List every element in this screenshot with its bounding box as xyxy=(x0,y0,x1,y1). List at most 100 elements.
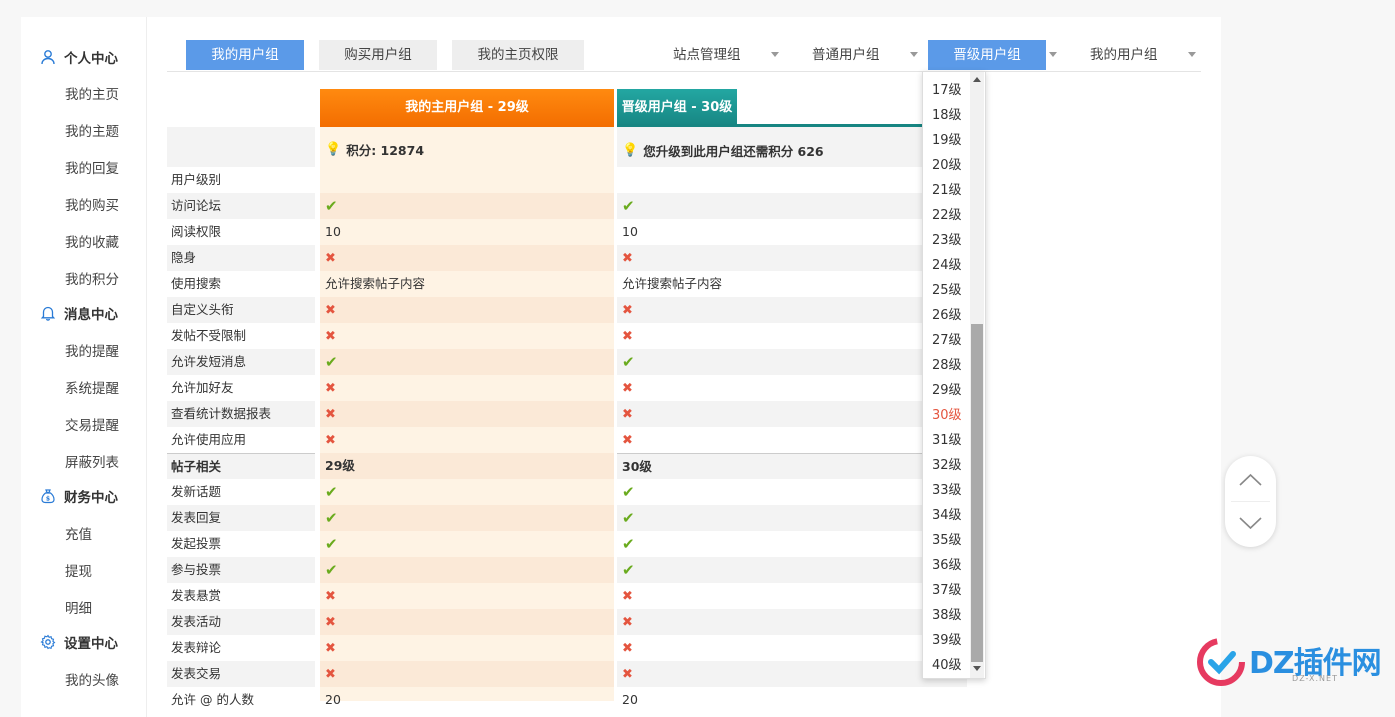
row-label: 发表交易 xyxy=(167,661,315,687)
chevron-down-icon xyxy=(910,52,918,57)
dropdown-my-group[interactable]: 我的用户组 xyxy=(1090,40,1200,70)
level-option[interactable]: 36级 xyxy=(932,554,962,573)
my-group-value: ✔ xyxy=(320,479,614,505)
row-label: 阅读权限 xyxy=(167,219,315,245)
cross-icon: ✖ xyxy=(622,329,633,344)
cross-icon: ✖ xyxy=(325,381,336,396)
dropdown-admin-group[interactable]: 站点管理组 xyxy=(673,40,783,70)
row-label: 发表活动 xyxy=(167,609,315,635)
sidebar-item-system-reminders[interactable]: 系统提醒 xyxy=(65,377,119,397)
scroll-buttons xyxy=(1225,456,1276,547)
next-group-value: ✖ xyxy=(617,427,967,453)
sidebar-section-title: 消息中心 xyxy=(64,307,118,323)
level-option[interactable]: 39级 xyxy=(932,629,962,648)
table-row: 访问论坛 ✔ ✔ xyxy=(167,193,967,219)
level-option[interactable]: 27级 xyxy=(932,329,962,348)
table-row: 发表悬赏 ✖ ✖ xyxy=(167,583,967,609)
dropdown-scrollbar[interactable] xyxy=(970,72,984,678)
check-icon: ✔ xyxy=(622,197,635,215)
chevron-down-icon xyxy=(1239,517,1262,530)
row-label: 允许使用应用 xyxy=(167,427,315,453)
cross-icon: ✖ xyxy=(325,615,336,630)
level-option[interactable]: 28级 xyxy=(932,354,962,373)
next-group-value: ✔ xyxy=(617,479,967,505)
cell-text: 帖子相关 xyxy=(171,459,222,474)
level-option[interactable]: 30级 xyxy=(932,404,962,423)
level-option[interactable]: 24级 xyxy=(932,254,962,273)
sidebar-item-favorites[interactable]: 我的收藏 xyxy=(65,231,119,251)
cross-icon: ✖ xyxy=(622,407,633,422)
level-option[interactable]: 37级 xyxy=(932,579,962,598)
sidebar-item-trade-reminders[interactable]: 交易提醒 xyxy=(65,414,119,434)
sidebar-item-details[interactable]: 明细 xyxy=(65,597,92,617)
scroll-down-arrow-icon[interactable] xyxy=(973,666,981,671)
level-option[interactable]: 31级 xyxy=(932,429,962,448)
lightbulb-icon: 💡 xyxy=(325,142,342,157)
scroll-up-arrow-icon[interactable] xyxy=(973,77,981,82)
check-icon: ✔ xyxy=(622,509,635,527)
tab-my-group[interactable]: 我的用户组 xyxy=(186,40,304,70)
bell-icon xyxy=(40,305,56,321)
lightbulb-icon: 💡 xyxy=(622,143,639,158)
next-group-value: ✖ xyxy=(617,583,967,609)
chevron-down-icon xyxy=(1049,52,1057,57)
sidebar-section-settings[interactable]: 设置中心 xyxy=(40,632,118,652)
level-option[interactable]: 19级 xyxy=(932,129,962,148)
my-group-value: ✔ xyxy=(320,557,614,583)
dropdown-promotion-group[interactable]: 晋级用户组 xyxy=(928,40,1046,70)
dropdown-label: 我的用户组 xyxy=(1090,47,1158,63)
row-label: 帖子相关 xyxy=(167,453,315,479)
sidebar-item-block-list[interactable]: 屏蔽列表 xyxy=(65,451,119,471)
cell-text: 20 xyxy=(325,692,341,707)
next-group-value: 30级 xyxy=(617,453,967,479)
sidebar-item-topics[interactable]: 我的主题 xyxy=(65,120,119,140)
level-dropdown-list[interactable]: 17级 18级 19级 20级 21级 22级 23级 24级 25级 26级 27级 28级 29级 3… xyxy=(922,71,986,679)
level-option[interactable]: 17级 xyxy=(932,79,962,98)
level-option[interactable]: 26级 xyxy=(932,304,962,323)
next-group-value: 10 xyxy=(617,219,967,245)
sidebar-item-replies[interactable]: 我的回复 xyxy=(65,157,119,177)
sidebar-item-points[interactable]: 我的积分 xyxy=(65,268,119,288)
level-option[interactable]: 32级 xyxy=(932,454,962,473)
tab-buy-group[interactable]: 购买用户组 xyxy=(319,40,437,70)
level-option[interactable]: 22级 xyxy=(932,204,962,223)
level-option[interactable]: 25级 xyxy=(932,279,962,298)
sidebar-section-messages[interactable]: 消息中心 xyxy=(40,303,118,323)
cross-icon: ✖ xyxy=(325,303,336,318)
watermark-logo-icon xyxy=(1197,638,1245,686)
level-option[interactable]: 20级 xyxy=(932,154,962,173)
table-row: 允许使用应用 ✖ ✖ xyxy=(167,427,967,453)
cell-text: 发新话题 xyxy=(171,484,222,499)
level-option[interactable]: 35级 xyxy=(932,529,962,548)
my-group-value: ✔ xyxy=(320,505,614,531)
sidebar: 个人中心 我的主页 我的主题 我的回复 我的购买 我的收藏 我的积分 消息中心 … xyxy=(21,17,147,717)
scroll-top-button[interactable] xyxy=(1225,456,1276,501)
sidebar-item-recharge[interactable]: 充值 xyxy=(65,523,92,543)
table-row: 发表回复 ✔ ✔ xyxy=(167,505,967,531)
dropdown-normal-group[interactable]: 普通用户组 xyxy=(812,40,922,70)
scroll-bottom-button[interactable] xyxy=(1225,502,1276,547)
level-option[interactable]: 23级 xyxy=(932,229,962,248)
check-icon: ✔ xyxy=(325,353,338,371)
sidebar-item-purchases[interactable]: 我的购买 xyxy=(65,194,119,214)
sidebar-item-withdraw[interactable]: 提现 xyxy=(65,560,92,580)
my-group-value: 20 xyxy=(320,687,614,713)
sidebar-item-avatar[interactable]: 我的头像 xyxy=(65,669,119,689)
cross-icon: ✖ xyxy=(325,251,336,266)
level-option[interactable]: 21级 xyxy=(932,179,962,198)
level-option[interactable]: 29级 xyxy=(932,379,962,398)
sidebar-section-personal[interactable]: 个人中心 xyxy=(40,47,118,67)
level-option[interactable]: 40级 xyxy=(932,654,962,673)
level-option[interactable]: 34级 xyxy=(932,504,962,523)
next-group-value: ✔ xyxy=(617,349,967,375)
scrollbar-thumb[interactable] xyxy=(971,324,983,662)
level-option[interactable]: 38级 xyxy=(932,604,962,623)
tab-home-permissions[interactable]: 我的主页权限 xyxy=(452,40,584,70)
cell-text: 10 xyxy=(622,224,638,239)
sidebar-item-home[interactable]: 我的主页 xyxy=(65,83,119,103)
level-option[interactable]: 33级 xyxy=(932,479,962,498)
sidebar-section-finance[interactable]: $ 财务中心 xyxy=(40,486,118,506)
sidebar-item-reminders[interactable]: 我的提醒 xyxy=(65,340,119,360)
table-row: 查看统计数据报表 ✖ ✖ xyxy=(167,401,967,427)
level-option[interactable]: 18级 xyxy=(932,104,962,123)
